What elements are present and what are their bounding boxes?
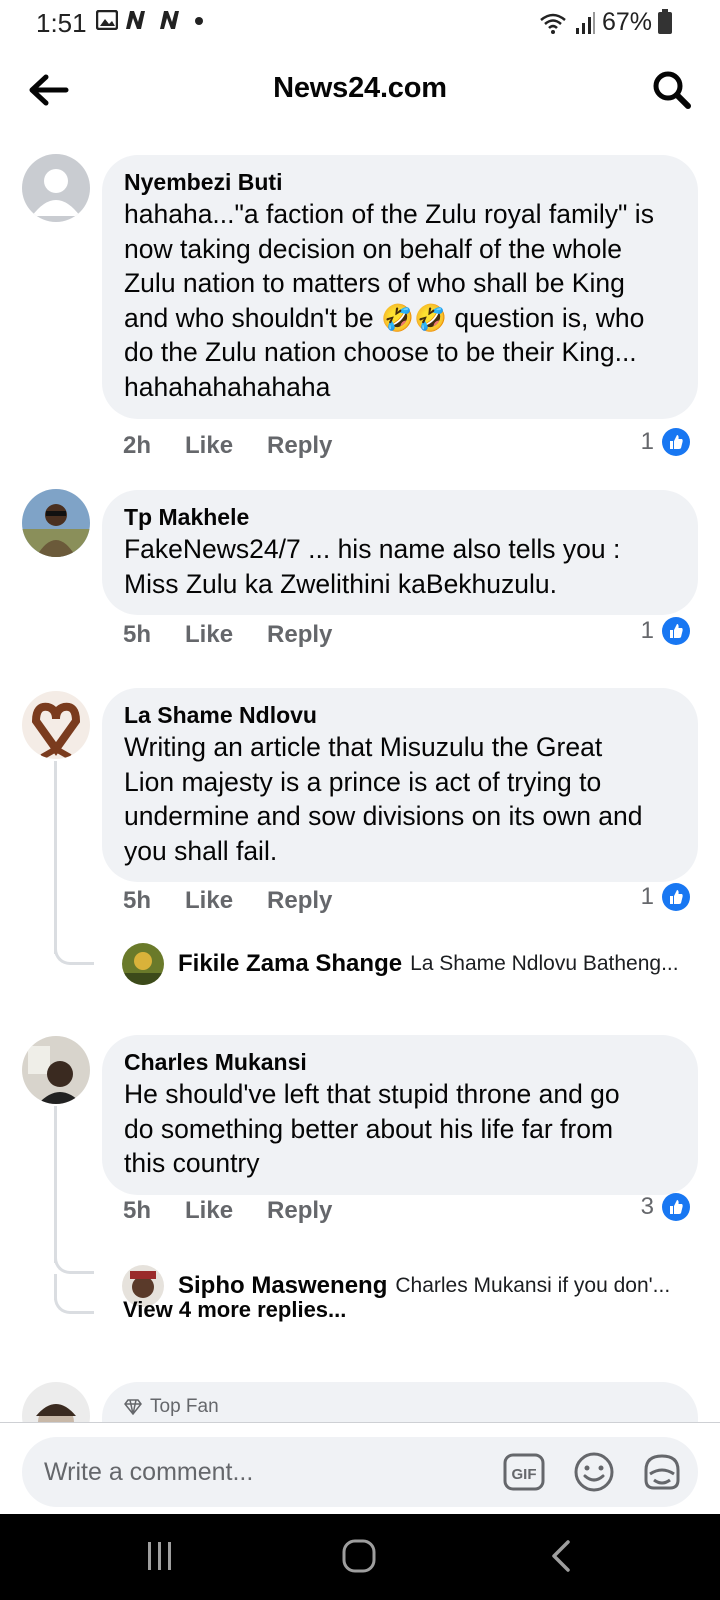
view-more-replies-link[interactable]: View 4 more replies... — [123, 1297, 346, 1323]
system-nav-bar — [0, 1514, 720, 1600]
status-time: 1:51 — [36, 8, 87, 38]
thumbs-up-icon — [662, 1193, 690, 1221]
sticker-button[interactable] — [640, 1450, 684, 1494]
search-button[interactable] — [648, 66, 696, 114]
signal-icon — [575, 11, 595, 34]
battery-icon — [658, 8, 672, 34]
reply-author[interactable]: Sipho Masweneng — [178, 1272, 387, 1300]
comment-time: 2h — [123, 432, 152, 459]
search-icon — [653, 71, 691, 109]
wifi-icon — [540, 13, 566, 34]
user-photo-icon — [22, 1382, 90, 1422]
comment-author[interactable]: Charles Mukansi — [124, 1047, 676, 1077]
smiley-icon — [574, 1452, 614, 1492]
comment-actions: 5h Like Reply — [123, 621, 332, 649]
comment-author[interactable]: Nyembezi Buti — [124, 167, 676, 197]
comment-bubble[interactable]: Nyembezi Buti hahaha..."a faction of the… — [102, 155, 698, 419]
top-fan-badge: Top Fan — [124, 1396, 676, 1418]
thread-line — [54, 1106, 57, 1263]
reaction-count[interactable]: 1 — [641, 428, 690, 456]
comment-author[interactable]: Tp Makhele — [124, 502, 676, 532]
avatar[interactable] — [22, 1036, 90, 1104]
recents-icon — [148, 1542, 171, 1570]
reply-button[interactable]: Reply — [267, 621, 332, 649]
gif-button[interactable]: GIF — [502, 1450, 546, 1494]
reply-author[interactable]: Fikile Zama Shange — [178, 950, 402, 978]
reply-button[interactable]: Reply — [267, 887, 332, 915]
comments-list: Nyembezi Buti hahaha..."a faction of the… — [0, 150, 720, 1422]
reply-snippet: La Shame Ndlovu Batheng... — [410, 952, 679, 975]
reply-button[interactable]: Reply — [267, 432, 332, 460]
comment-text: FakeNews24/7 ... his name also tells you… — [124, 534, 621, 599]
thread-connector — [54, 1292, 94, 1314]
user-photo-icon — [22, 1036, 90, 1104]
thumbs-up-icon — [662, 428, 690, 456]
comment-actions: 5h Like Reply — [123, 887, 332, 915]
avatar[interactable] — [122, 943, 164, 985]
status-right: 67% — [538, 8, 672, 37]
comment-time: 5h — [123, 887, 152, 914]
comment-bubble[interactable]: Charles Mukansi He should've left that s… — [102, 1035, 698, 1195]
comment-text: Writing an article that Misuzulu the Gre… — [124, 732, 643, 866]
gallery-icon — [96, 10, 118, 30]
comment-actions: 5h Like Reply — [123, 1197, 332, 1225]
like-button[interactable]: Like — [185, 621, 233, 649]
svg-text:GIF: GIF — [512, 1466, 537, 1483]
battery-text: 67% — [601, 8, 652, 36]
home-icon — [342, 1539, 376, 1573]
thread-connector — [54, 1252, 94, 1274]
like-button[interactable]: Like — [185, 432, 233, 460]
news-app-icon-2 — [160, 11, 179, 29]
gif-icon: GIF — [503, 1453, 545, 1491]
user-photo-icon — [22, 489, 90, 557]
user-photo-icon — [122, 943, 164, 985]
user-photo-icon — [22, 691, 90, 759]
reply-preview[interactable]: Fikile Zama Shange La Shame Ndlovu Bathe… — [122, 942, 690, 986]
emoji-button[interactable] — [572, 1450, 616, 1494]
avatar[interactable] — [22, 1382, 90, 1422]
thread-line — [54, 761, 57, 954]
comment-bubble[interactable]: Tp Makhele FakeNews24/7 ... his name als… — [102, 490, 698, 616]
default-avatar-icon — [22, 154, 90, 222]
like-button[interactable]: Like — [185, 1197, 233, 1225]
like-button[interactable]: Like — [185, 887, 233, 915]
recent-apps-button[interactable] — [138, 1536, 182, 1578]
back-nav-button[interactable] — [540, 1536, 584, 1578]
notification-icons — [96, 10, 206, 30]
avatar[interactable] — [22, 154, 90, 222]
thumbs-up-icon — [662, 883, 690, 911]
avatar[interactable] — [22, 489, 90, 557]
comment-composer: GIF — [0, 1422, 720, 1514]
comment-text: He should've left that stupid throne and… — [124, 1079, 620, 1179]
status-bar: 1:51 67% — [0, 0, 720, 46]
comment-actions: 2h Like Reply — [123, 432, 332, 460]
avatar[interactable] — [22, 691, 90, 759]
home-button[interactable] — [338, 1536, 382, 1578]
reply-snippet: Charles Mukansi if you don'... — [395, 1274, 671, 1297]
news-app-icon — [126, 11, 145, 29]
sticker-icon — [644, 1454, 680, 1490]
back-chevron-icon — [552, 1540, 570, 1572]
comment-time: 5h — [123, 1197, 152, 1224]
thumbs-up-icon — [662, 617, 690, 645]
reaction-count[interactable]: 1 — [641, 617, 690, 645]
comment-text: hahaha..."a faction of the Zulu royal fa… — [124, 199, 654, 402]
dot-icon — [195, 17, 203, 25]
comment-author[interactable]: La Shame Ndlovu — [124, 700, 676, 730]
reaction-count[interactable]: 1 — [641, 883, 690, 911]
reaction-count[interactable]: 3 — [641, 1193, 690, 1221]
app-header: News24.com — [0, 60, 720, 120]
comment-bubble[interactable]: La Shame Ndlovu Writing an article that … — [102, 688, 698, 883]
diamond-icon — [124, 1399, 142, 1415]
page-title: News24.com — [273, 72, 447, 104]
reply-button[interactable]: Reply — [267, 1197, 332, 1225]
comment-bubble[interactable]: Top Fan — [102, 1382, 698, 1422]
comment-time: 5h — [123, 621, 152, 648]
thread-connector — [54, 943, 94, 965]
